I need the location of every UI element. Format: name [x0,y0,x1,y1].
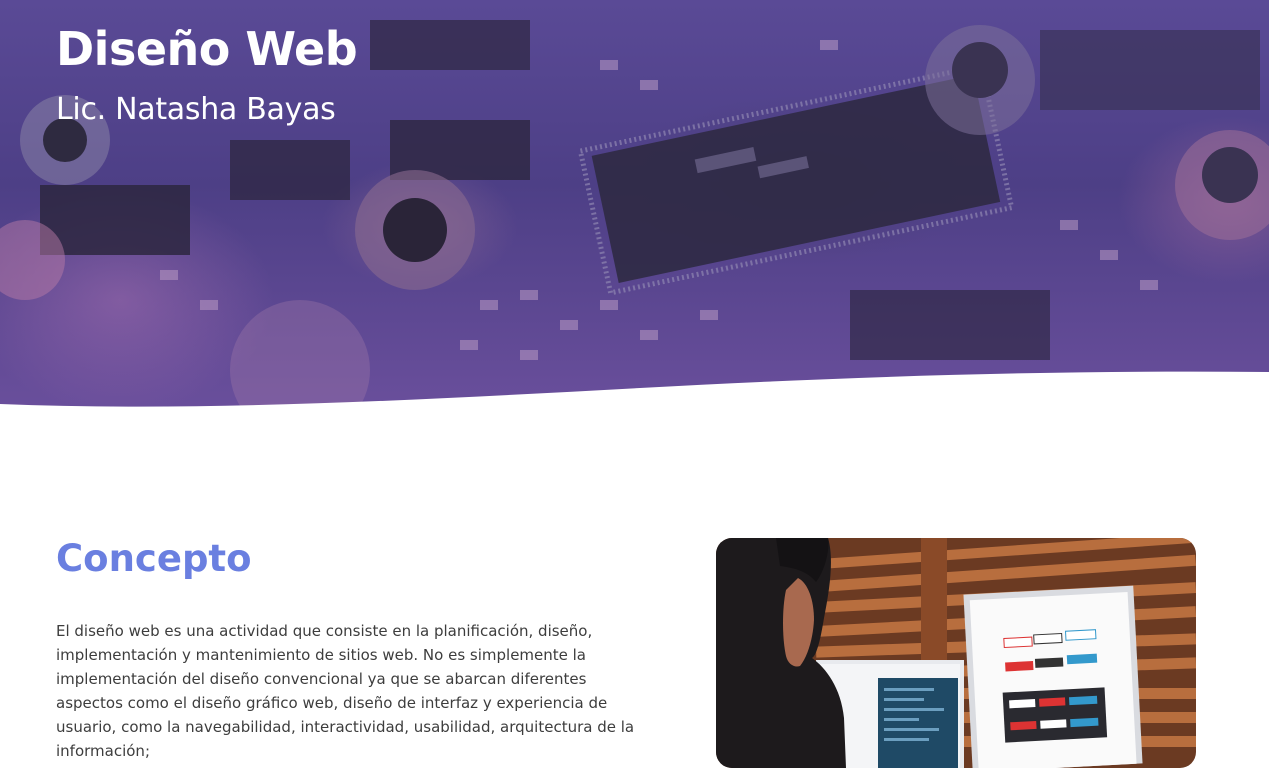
page-title: Diseño Web [56,22,358,76]
author-name: Lic. Natasha Bayas [56,92,336,127]
designer-at-monitors-image [716,538,1196,768]
concept-heading: Concepto [56,537,252,580]
concept-paragraph: El diseño web es una actividad que consi… [56,622,635,760]
designer-photo [716,538,1196,768]
hero-banner: Diseño Web Lic. Natasha Bayas [0,0,1269,412]
